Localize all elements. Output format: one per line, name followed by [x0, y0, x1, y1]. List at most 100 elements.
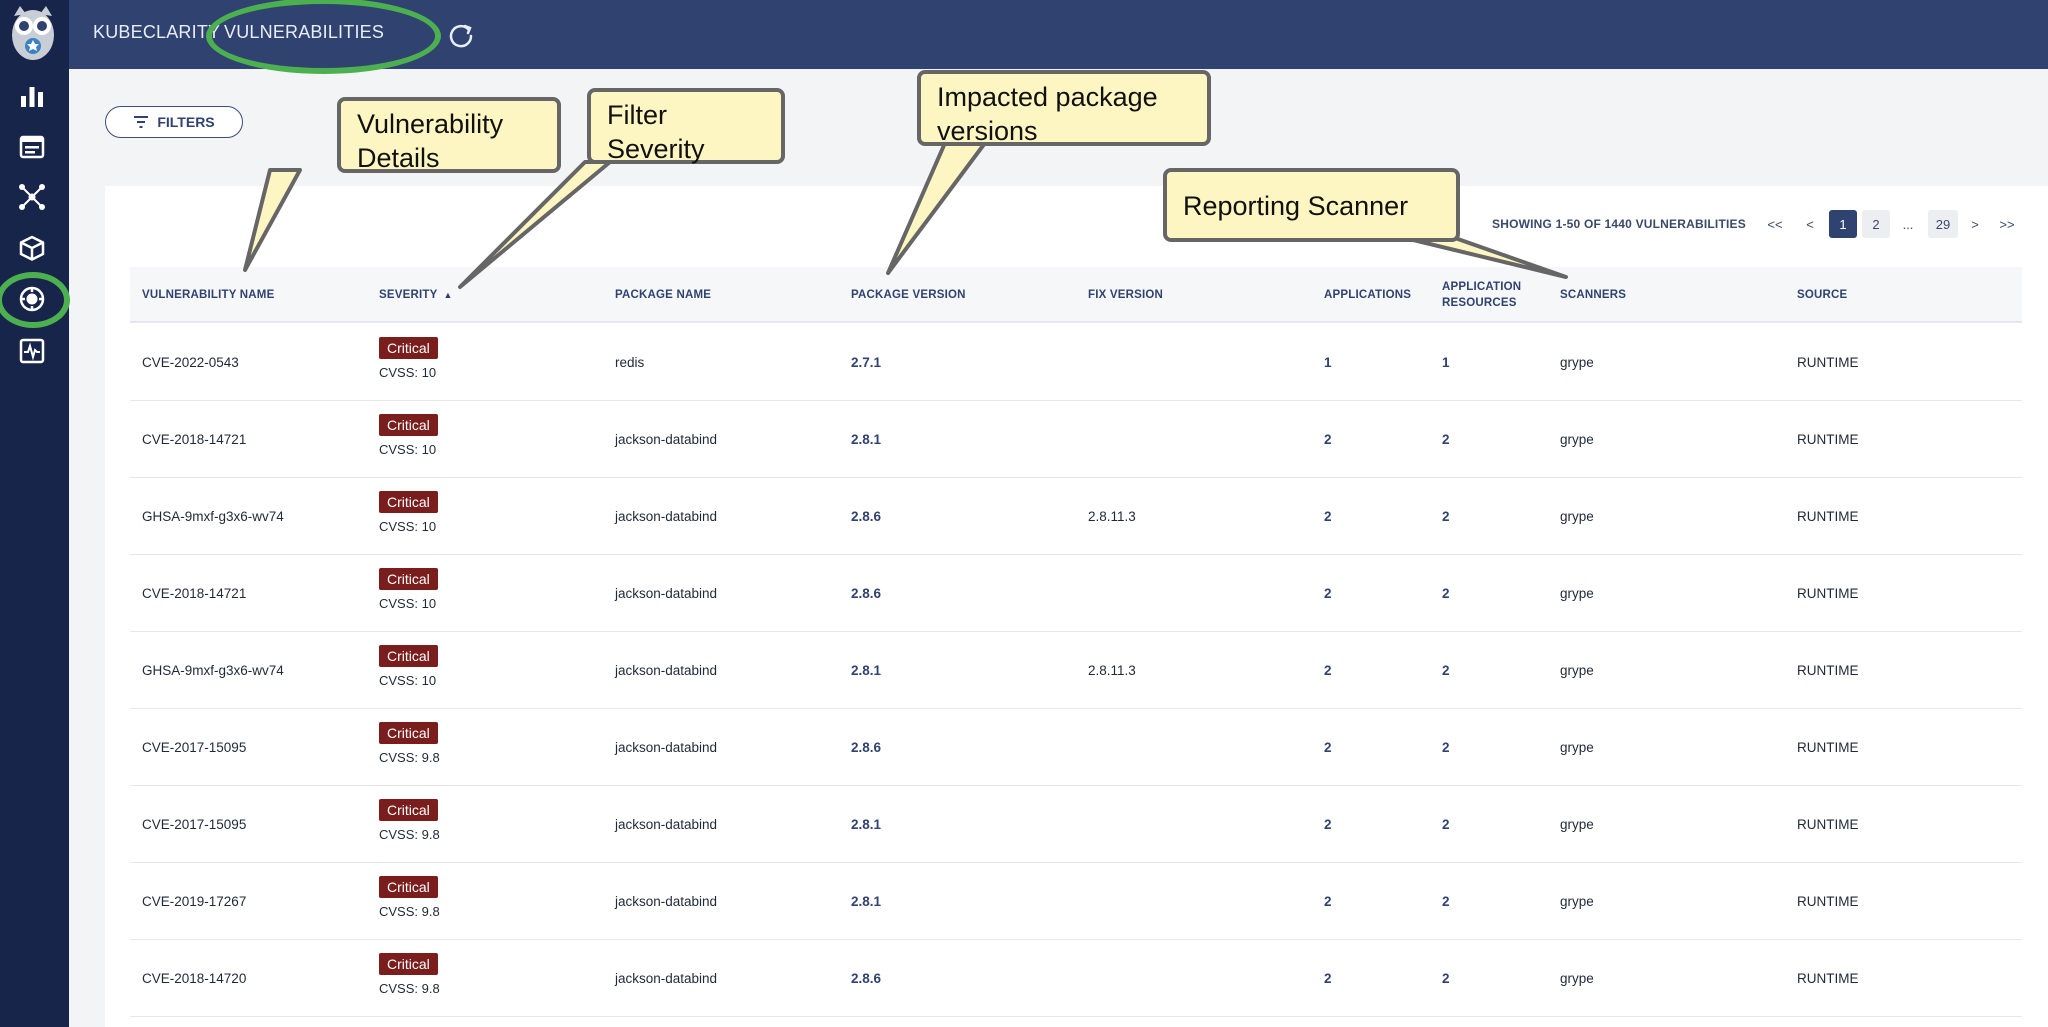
cell-application-resources[interactable]: 2 — [1442, 478, 1450, 555]
cell-package-name: jackson-databind — [615, 894, 718, 909]
col-fix-version[interactable]: FIX VERSION — [1088, 267, 1163, 323]
breadcrumb-root[interactable]: KUBECLARITY — [93, 22, 220, 43]
cell-scanners: grype — [1560, 817, 1594, 832]
cell-fix-version: 2.8.11.3 — [1088, 663, 1136, 678]
cell-vulnerability-name[interactable]: GHSA-9mxf-g3x6-wv74 — [142, 632, 284, 709]
cell-applications[interactable]: 2 — [1324, 940, 1332, 1017]
cell-vulnerability-name[interactable]: CVE-2017-15095 — [142, 786, 246, 863]
cell-application-resources[interactable]: 2 — [1442, 940, 1450, 1017]
cell-application-resources[interactable]: 2 — [1442, 709, 1450, 786]
pagination-summary: SHOWING 1-50 OF 1440 VULNERABILITIES — [1492, 217, 1746, 231]
table-row[interactable]: GHSA-9mxf-g3x6-wv74 jackson-databind 2.8.1… — [130, 632, 2022, 709]
cell-package-version[interactable]: 2.8.6 — [851, 940, 881, 1017]
table-row[interactable]: CVE-2017-15095 jackson-databind 2.8.1 2 2 gry… — [130, 786, 2022, 863]
cvss-score: CVSS: 10 — [379, 365, 437, 380]
cell-applications[interactable]: 2 — [1324, 555, 1332, 632]
cell-scanners: grype — [1560, 740, 1594, 755]
cell-package-name: jackson-databind — [615, 586, 718, 601]
table-row[interactable]: CVE-2022-0543 redis 2.7.1 1 1 grype RUNTIME Cri… — [130, 324, 2022, 401]
col-applications[interactable]: APPLICATIONS — [1324, 267, 1411, 323]
dashboard-icon[interactable] — [14, 78, 50, 114]
table-row[interactable]: CVE-2018-14721 jackson-databind 2.8.1 2 2 gry… — [130, 401, 2022, 478]
table-row[interactable]: GHSA-9mxf-g3x6-wv74 jackson-databind 2.8.6… — [130, 478, 2022, 555]
cvss-score: CVSS: 10 — [379, 673, 437, 688]
cell-package-name: redis — [615, 355, 645, 370]
last-page-button[interactable]: >> — [1994, 210, 2020, 238]
cell-vulnerability-name[interactable]: CVE-2018-14721 — [142, 555, 246, 632]
table-row[interactable]: CVE-2017-15095 jackson-databind 2.8.6 2 2 gry… — [130, 709, 2022, 786]
cell-package-version[interactable]: 2.7.1 — [851, 324, 881, 401]
cell-vulnerability-name[interactable]: CVE-2018-14720 — [142, 940, 246, 1017]
cell-applications[interactable]: 1 — [1324, 324, 1332, 401]
vulnerability-icon[interactable] — [14, 281, 50, 317]
cell-source: RUNTIME — [1797, 586, 1859, 601]
table-row[interactable]: CVE-2018-14721 jackson-databind 2.8.6 2 2 gry… — [130, 555, 2022, 632]
cell-application-resources[interactable]: 1 — [1442, 324, 1450, 401]
cell-scanners: grype — [1560, 355, 1594, 370]
cell-vulnerability-name[interactable]: GHSA-9mxf-g3x6-wv74 — [142, 478, 284, 555]
col-scanners[interactable]: SCANNERS — [1560, 267, 1626, 323]
table-row[interactable]: CVE-2019-17267 jackson-databind 2.8.1 2 2 gry… — [130, 863, 2022, 940]
cell-applications[interactable]: 2 — [1324, 632, 1332, 709]
next-page-button[interactable]: > — [1963, 210, 1987, 238]
page-1-button[interactable]: 1 — [1829, 210, 1857, 238]
col-package-version[interactable]: PACKAGE VERSION — [851, 267, 966, 323]
col-severity[interactable]: SEVERITY ▲ — [379, 267, 453, 323]
cell-vulnerability-name[interactable]: CVE-2018-14721 — [142, 401, 246, 478]
cell-package-version[interactable]: 2.8.1 — [851, 786, 881, 863]
cell-package-name: jackson-databind — [615, 740, 718, 755]
cell-source: RUNTIME — [1797, 971, 1859, 986]
severity-cell: Critical CVSS: 10 — [379, 645, 438, 688]
sort-ascending-icon: ▲ — [443, 290, 453, 300]
cvss-score: CVSS: 9.8 — [379, 750, 440, 765]
applications-icon[interactable] — [14, 129, 50, 165]
cell-application-resources[interactable]: 2 — [1442, 401, 1450, 478]
cell-application-resources[interactable]: 2 — [1442, 863, 1450, 940]
cell-package-version[interactable]: 2.8.1 — [851, 401, 881, 478]
prev-page-button[interactable]: < — [1797, 210, 1823, 238]
table-row[interactable]: CVE-2018-14720 jackson-databind 2.8.6 2 2 gry… — [130, 940, 2022, 1017]
cell-applications[interactable]: 2 — [1324, 401, 1332, 478]
cell-vulnerability-name[interactable]: CVE-2017-15095 — [142, 709, 246, 786]
page-29-button[interactable]: 29 — [1928, 210, 1958, 238]
pagination-ellipsis: ... — [1902, 216, 1914, 232]
col-package-name[interactable]: PACKAGE NAME — [615, 267, 711, 323]
cell-application-resources[interactable]: 2 — [1442, 555, 1450, 632]
cell-application-resources[interactable]: 2 — [1442, 632, 1450, 709]
cell-package-version[interactable]: 2.8.1 — [851, 632, 881, 709]
runtime-scan-icon[interactable] — [14, 333, 50, 369]
page-2-button[interactable]: 2 — [1862, 210, 1890, 238]
cell-package-name: jackson-databind — [615, 663, 718, 678]
col-application-resources[interactable]: APPLICATION RESOURCES — [1442, 267, 1537, 323]
cell-vulnerability-name[interactable]: CVE-2022-0543 — [142, 324, 239, 401]
breadcrumb-current: VULNERABILITIES — [224, 22, 385, 42]
cell-scanners: grype — [1560, 971, 1594, 986]
cell-package-name: jackson-databind — [615, 509, 718, 524]
col-vulnerability-name[interactable]: VULNERABILITY NAME — [142, 267, 274, 323]
severity-cell: Critical CVSS: 9.8 — [379, 722, 440, 765]
cell-package-version[interactable]: 2.8.1 — [851, 863, 881, 940]
cell-applications[interactable]: 2 — [1324, 863, 1332, 940]
kubeclarity-owl-logo — [8, 4, 58, 62]
severity-cell: Critical CVSS: 10 — [379, 568, 438, 611]
cell-source: RUNTIME — [1797, 817, 1859, 832]
cell-package-version[interactable]: 2.8.6 — [851, 709, 881, 786]
cell-scanners: grype — [1560, 586, 1594, 601]
cell-application-resources[interactable]: 2 — [1442, 786, 1450, 863]
cell-applications[interactable]: 2 — [1324, 478, 1332, 555]
cell-vulnerability-name[interactable]: CVE-2019-17267 — [142, 863, 246, 940]
network-icon[interactable] — [14, 179, 50, 215]
refresh-icon[interactable] — [446, 20, 476, 50]
table-header: VULNERABILITY NAME SEVERITY ▲ PACKAGE NA… — [130, 267, 2022, 323]
cell-package-version[interactable]: 2.8.6 — [851, 478, 881, 555]
filters-button[interactable]: FILTERS — [105, 106, 243, 138]
first-page-button[interactable]: << — [1762, 210, 1788, 238]
cell-applications[interactable]: 2 — [1324, 709, 1332, 786]
severity-badge: Critical — [379, 953, 438, 975]
package-icon[interactable] — [14, 230, 50, 266]
col-source[interactable]: SOURCE — [1797, 267, 1847, 323]
callout-filter-severity: Filter Severity — [587, 88, 785, 164]
cell-applications[interactable]: 2 — [1324, 786, 1332, 863]
cell-scanners: grype — [1560, 894, 1594, 909]
cell-package-version[interactable]: 2.8.6 — [851, 555, 881, 632]
